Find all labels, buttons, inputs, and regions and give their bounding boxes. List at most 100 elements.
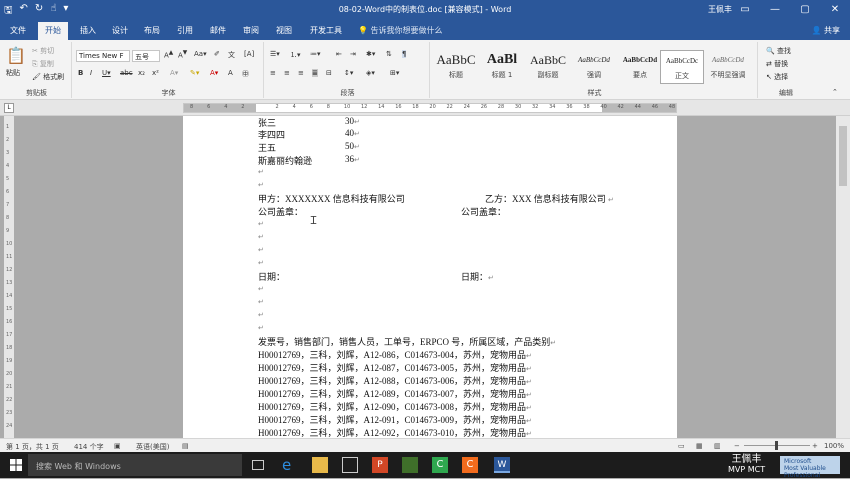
strikethrough-icon[interactable]: abc [120,69,133,77]
scrollbar-thumb[interactable] [839,126,847,186]
superscript-icon[interactable]: x² [152,69,159,77]
font-grow-icon[interactable]: A▲ [164,50,173,59]
ruler-band[interactable]: 8 6 4 2 2 4 6 8 10 12 14 16 18 20 22 24 26 28 30 32 34 36 38 40… [183,103,677,113]
vertical-scrollbar[interactable] [836,116,850,438]
clear-format-icon[interactable]: ✐ [214,50,220,58]
recorder-icon[interactable]: C [462,457,478,473]
subscript-icon[interactable]: x₂ [138,69,145,77]
font-size-combo[interactable]: 五号 [132,50,160,62]
collapse-ribbon-icon[interactable]: ⌃ [832,88,838,96]
zoom-level[interactable]: 100% [824,442,844,450]
store-icon[interactable] [342,457,358,473]
camtasia-icon[interactable]: C [432,457,448,473]
powerpoint-icon[interactable]: P [372,457,388,473]
copy-button[interactable]: ⎘ 复制 [32,59,54,69]
windows-start-icon[interactable] [10,459,22,471]
borders-icon[interactable]: ⊞▾ [390,69,399,77]
distributed-icon[interactable]: ⊟ [326,69,332,77]
align-left-icon[interactable]: ≡ [270,69,276,77]
chinese-layout-icon[interactable]: ✱▾ [366,50,375,58]
task-view-icon[interactable] [252,460,264,470]
find-button[interactable]: 🔍 查找 [766,46,791,56]
tab-insert[interactable]: 插入 [80,25,96,36]
tell-me-box[interactable]: 💡 告诉我你想要做什么 [358,25,443,36]
tab-layout[interactable]: 布局 [144,25,160,36]
change-case-icon[interactable]: Aa▾ [194,50,207,58]
numbering-icon[interactable]: ⒈▾ [290,50,301,60]
paste-icon[interactable]: 📋 [6,46,26,65]
tab-view[interactable]: 视图 [276,25,292,36]
zoom-slider-thumb[interactable] [775,441,778,450]
paste-button[interactable]: 粘贴 [6,68,20,78]
edge-icon[interactable]: e [282,457,298,473]
proofing-icon[interactable]: ▣ [114,442,121,450]
multilevel-list-icon[interactable]: ≔▾ [310,50,321,58]
enclose-char-icon[interactable]: ㊥ [242,69,249,79]
style-strong[interactable]: AaBbCcDd 要点 [618,50,662,84]
align-center-icon[interactable]: ≡ [284,69,290,77]
show-marks-icon[interactable]: ¶ [402,50,407,58]
value-cell: 36↵ [345,154,360,164]
minimize-button[interactable]: — [760,0,790,20]
select-button[interactable]: ↖ 选择 [766,72,788,82]
web-layout-icon[interactable]: ▥ [714,442,721,450]
line-spacing-icon[interactable]: ↕▾ [344,69,353,77]
style-normal[interactable]: AaBbCcDc 正文 [660,50,704,84]
style-subtle-emphasis[interactable]: AaBbCcDd 不明显强调 [706,50,750,84]
app-icon[interactable] [402,457,418,473]
tab-review[interactable]: 审阅 [243,25,259,36]
align-right-icon[interactable]: ≡ [298,69,304,77]
char-border-icon[interactable]: [A] [244,50,254,58]
language[interactable]: 英语(美国) [136,442,169,452]
tab-references[interactable]: 引用 [177,25,193,36]
share-button[interactable]: 👤 共享 [811,25,840,36]
highlight-icon[interactable]: ✎▾ [190,69,199,77]
font-color-icon[interactable]: A▾ [210,69,218,77]
underline-icon[interactable]: U▾ [102,69,111,77]
zoom-out-button[interactable]: − [734,442,740,450]
tab-home[interactable]: 开始 [38,22,68,40]
tab-selector[interactable]: L [4,103,14,113]
vruler-tick: 18 [6,345,13,351]
style-heading1[interactable]: AaBl 标题 1 [480,50,524,84]
phonetic-guide-icon[interactable]: 文 [228,50,235,60]
style-emphasis[interactable]: AaBbCcDd 强调 [572,50,616,84]
tab-developer[interactable]: 开发工具 [310,25,342,36]
read-mode-icon[interactable]: ▭ [678,442,685,450]
tab-mailings[interactable]: 邮件 [210,25,226,36]
document-page[interactable]: 张三 30↵ 李四四 40↵ 王五 50↵ 斯嘉丽约翰逊 36↵ ↵ ↵ 甲方：… [183,116,677,438]
format-painter-button[interactable]: 🖌 格式刷 [32,72,64,82]
sort-icon[interactable]: ⇅ [386,50,392,58]
font-shrink-icon[interactable]: A▼ [178,50,187,59]
page-count[interactable]: 第 1 页，共 1 页 [6,442,59,452]
style-subtitle[interactable]: AaBbC 副标题 [526,50,570,84]
word-icon[interactable]: W [494,457,510,473]
bold-icon[interactable]: B [78,69,83,77]
file-explorer-icon[interactable] [312,457,328,473]
replace-button[interactable]: ⇄ 替换 [766,59,788,69]
taskbar-search[interactable]: 搜索 Web 和 Windows [28,454,242,476]
italic-icon[interactable]: I [90,69,92,77]
bullets-icon[interactable]: ☰▾ [270,50,280,58]
increase-indent-icon[interactable]: ⇥ [350,50,356,58]
vruler-tick: 4 [6,163,10,169]
ribbon-display-button[interactable]: ▭ [730,0,760,20]
decrease-indent-icon[interactable]: ⇤ [336,50,342,58]
justify-icon[interactable]: ≣ [312,69,318,77]
shading-icon[interactable]: ◈▾ [366,69,375,77]
style-strong-name: 要点 [633,71,647,79]
char-shading-icon[interactable]: A [228,69,233,77]
font-name-combo[interactable]: Times New F [76,50,130,62]
user-name[interactable]: 王佩丰 [708,4,732,15]
style-title[interactable]: AaBbC 标题 [434,50,478,84]
tab-design[interactable]: 设计 [112,25,128,36]
print-layout-icon[interactable]: ▦ [696,442,703,450]
close-button[interactable]: ✕ [820,0,850,20]
cut-button[interactable]: ✂ 剪切 [32,46,54,56]
macro-icon[interactable]: ▤ [182,442,189,450]
tab-file[interactable]: 文件 [10,25,26,36]
maximize-button[interactable]: ▢ [790,0,820,20]
text-effects-icon[interactable]: A▾ [170,69,178,77]
zoom-in-button[interactable]: + [812,442,818,450]
word-count[interactable]: 414 个字 [74,442,104,452]
